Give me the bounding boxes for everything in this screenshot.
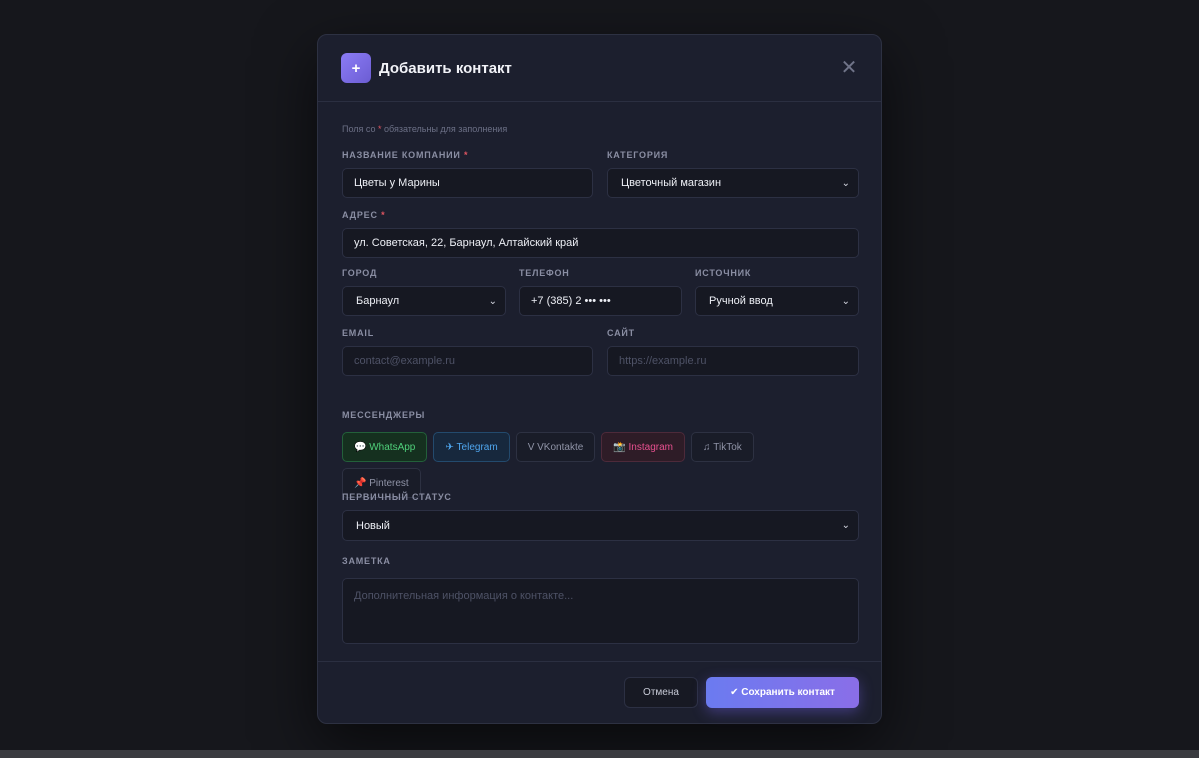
add-contact-modal: + Добавить контакт ✕ Поля со * обязатель…: [317, 34, 882, 724]
messenger-chip-instagram[interactable]: 📸 Instagram: [601, 432, 685, 462]
vk-icon: V: [527, 441, 535, 453]
messengers-group: Мессенджеры 💬 WhatsApp ✈ Telegram V VKon…: [342, 410, 859, 498]
music-note-icon: ♫: [703, 441, 711, 453]
site-label: Сайт: [607, 328, 635, 338]
messenger-chips: 💬 WhatsApp ✈ Telegram V VKontakte 📸 Inst…: [342, 432, 802, 498]
messenger-chip-tiktok[interactable]: ♫ TikTok: [691, 432, 754, 462]
chevron-down-icon: ⌄: [841, 177, 850, 189]
messenger-chip-vkontakte[interactable]: V VKontakte: [515, 432, 596, 462]
chip-label: VKontakte: [537, 441, 584, 453]
email-field: Email contact@example.ru: [342, 328, 593, 376]
phone-input[interactable]: +7 (385) 2 ••• •••: [519, 286, 682, 316]
status-select[interactable]: Новый ⌄: [342, 510, 859, 541]
hint-text-before: Поля со: [342, 124, 379, 134]
chevron-down-icon: ⌄: [841, 520, 850, 531]
chip-label: Telegram: [456, 441, 498, 453]
phone-label: Телефон: [519, 268, 570, 278]
status-value: Новый: [356, 519, 390, 532]
modal-footer: Отмена ✔ Сохранить контакт: [318, 661, 881, 723]
chevron-down-icon: ⌄: [841, 295, 850, 307]
modal-header: + Добавить контакт ✕: [318, 35, 881, 102]
chip-label: TikTok: [713, 441, 742, 453]
source-label: Источник: [695, 268, 752, 278]
status-field: Первичный статус Новый ⌄: [342, 492, 859, 541]
category-value: Цветочный магазин: [621, 177, 722, 189]
cancel-button[interactable]: Отмена: [624, 677, 698, 708]
city-select[interactable]: Барнаул ⌄: [342, 286, 506, 316]
chat-bubble-icon: 💬: [354, 441, 367, 453]
pushpin-icon: 📌: [354, 477, 367, 489]
company-input[interactable]: Цветы у Марины: [342, 168, 593, 198]
modal-title: Добавить контакт: [379, 59, 512, 77]
plus-icon: +: [341, 53, 371, 83]
save-contact-button[interactable]: ✔ Сохранить контакт: [706, 677, 859, 708]
note-textarea[interactable]: Дополнительная информация о контакте...: [342, 578, 859, 644]
phone-field: Телефон +7 (385) 2 ••• •••: [519, 268, 682, 316]
category-label: Категория: [607, 150, 669, 160]
note-label: Заметка: [342, 556, 391, 566]
address-input[interactable]: ул. Советская, 22, Барнаул, Алтайский кр…: [342, 228, 859, 258]
site-input[interactable]: https://example.ru: [607, 346, 859, 376]
company-field: Название компании * Цветы у Марины: [342, 150, 593, 198]
chip-label: Instagram: [628, 441, 673, 453]
address-label: Адрес *: [342, 210, 386, 220]
company-label: Название компании *: [342, 150, 469, 160]
chip-label: WhatsApp: [369, 441, 416, 453]
close-icon[interactable]: ✕: [839, 58, 859, 78]
paper-plane-icon: ✈: [445, 441, 454, 453]
source-field: Источник Ручной ввод ⌄: [695, 268, 859, 316]
messengers-label: Мессенджеры: [342, 410, 426, 420]
hint-text-after: обязательны для заполнения: [381, 124, 508, 134]
chevron-down-icon: ⌄: [488, 295, 497, 307]
email-input[interactable]: contact@example.ru: [342, 346, 593, 376]
address-field: Адрес * ул. Советская, 22, Барнаул, Алта…: [342, 210, 859, 258]
messenger-chip-whatsapp[interactable]: 💬 WhatsApp: [342, 432, 428, 462]
required-hint: Поля со * обязательны для заполнения: [342, 124, 507, 134]
city-field: Город Барнаул ⌄: [342, 268, 506, 316]
chip-label: Pinterest: [369, 477, 409, 489]
note-field: Заметка Дополнительная информация о конт…: [342, 556, 859, 644]
category-select[interactable]: Цветочный магазин ⌄: [607, 168, 859, 198]
city-value: Барнаул: [356, 295, 400, 307]
email-label: Email: [342, 328, 374, 338]
camera-icon: 📸: [613, 441, 626, 453]
site-field: Сайт https://example.ru: [607, 328, 859, 376]
messenger-chip-telegram[interactable]: ✈ Telegram: [433, 432, 510, 462]
city-label: Город: [342, 268, 378, 278]
source-value: Ручной ввод: [709, 295, 773, 307]
source-select[interactable]: Ручной ввод ⌄: [695, 286, 859, 316]
status-label: Первичный статус: [342, 492, 452, 502]
bottom-bar: [0, 750, 1199, 758]
category-field: Категория Цветочный магазин ⌄: [607, 150, 859, 198]
